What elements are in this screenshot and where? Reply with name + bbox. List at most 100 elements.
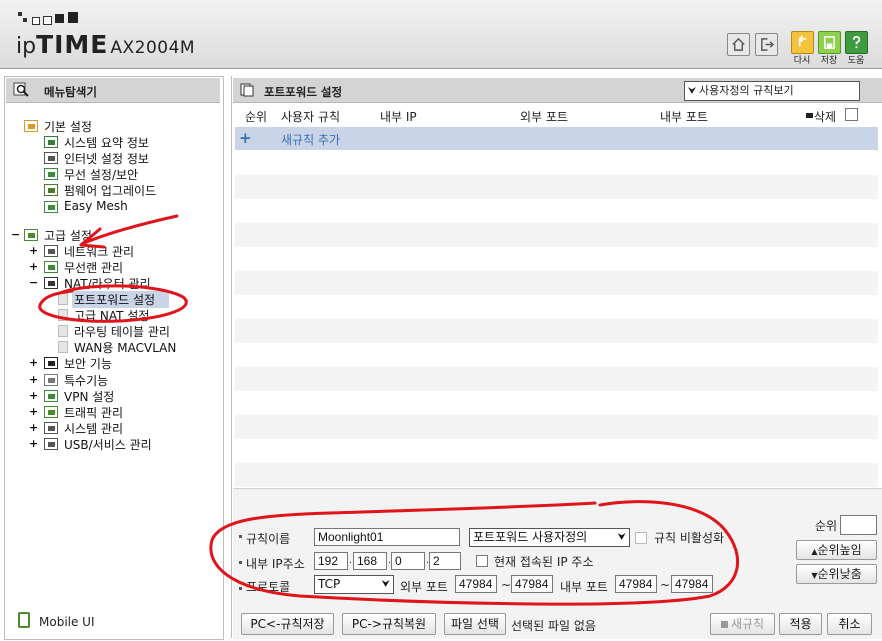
tree-item-label[interactable]: USB/서비스 관리 (64, 436, 152, 453)
home-button[interactable] (727, 33, 750, 56)
logout-button[interactable] (755, 33, 778, 56)
pc-restore-rules-button[interactable]: PC->규칙복원 (342, 613, 436, 635)
table-row (235, 439, 878, 463)
tree-expander-icon[interactable]: + (29, 260, 38, 273)
mobile-icon (18, 612, 30, 628)
tree-expander-icon[interactable]: + (29, 389, 38, 402)
rule-type-select[interactable]: 포트포워드 사용자정의 ⮟ (469, 528, 630, 547)
table-row (235, 415, 878, 439)
external-port-to-input[interactable] (511, 575, 553, 593)
bullet-icon (239, 535, 242, 538)
vpn-icon (44, 389, 58, 402)
priority-input[interactable] (840, 515, 877, 535)
iptime-logo-dots (18, 12, 78, 25)
bullet-icon (239, 587, 242, 590)
tree-expander-icon[interactable]: + (29, 373, 38, 386)
tree-item-label[interactable]: 보안 기능 (64, 355, 112, 372)
lock-icon (44, 357, 58, 370)
internal-port-from-input[interactable] (615, 575, 657, 593)
rule-view-select[interactable]: ⮟ 사용자정의 규칙보기 (684, 81, 860, 101)
priority-down-button[interactable]: ▼순위낮춤 (796, 564, 877, 584)
ip-octet-2[interactable] (353, 552, 387, 570)
plus-box-icon (720, 621, 728, 628)
cancel-button[interactable]: 취소 (827, 613, 872, 635)
router-icon (44, 276, 58, 289)
table-row (235, 319, 878, 343)
tree-item-label[interactable]: VPN 설정 (64, 388, 114, 405)
delete-marker-icon (806, 113, 813, 118)
tree-expander-icon[interactable]: + (29, 437, 38, 450)
mesh-icon (44, 200, 58, 213)
tree-item-label[interactable]: 무선랜 관리 (64, 259, 123, 276)
traffic-icon (44, 405, 58, 418)
help-icon (852, 36, 861, 49)
range-tilde: ~ (501, 578, 512, 592)
system-icon (44, 421, 58, 434)
model-name: AX2004M (110, 38, 196, 58)
tree-item-label[interactable]: 시스템 관리 (64, 420, 123, 437)
internal-port-label: 내부 포트 (560, 580, 608, 594)
tree-item-label[interactable]: 트래픽 관리 (64, 404, 123, 421)
tree-item-label[interactable]: 고급 설정 (44, 227, 92, 244)
table-row (235, 343, 878, 367)
tree-expander-icon[interactable]: + (29, 421, 38, 434)
bar-chart-icon (44, 136, 58, 149)
upgrade-icon (44, 184, 58, 197)
new-rule-button[interactable]: 새규칙 (710, 613, 775, 635)
tree-expander-icon[interactable]: + (29, 405, 38, 418)
magnifier-icon (13, 82, 29, 97)
tree-item-label[interactable]: 라우팅 테이블 관리 (74, 323, 170, 340)
tree-item-label[interactable]: 펌웨어 업그레이드 (64, 182, 156, 199)
page-icon (58, 341, 68, 354)
internal-port-to-input[interactable] (671, 575, 713, 593)
logout-icon (761, 38, 774, 51)
select-all-checkbox[interactable] (845, 108, 858, 121)
tree-item-label[interactable]: Easy Mesh (64, 199, 128, 213)
file-select-button[interactable]: 파일 선택 (444, 613, 506, 635)
tree-expander-icon[interactable]: − (29, 276, 38, 289)
tree-item-label[interactable]: WAN용 MACVLAN (74, 339, 176, 356)
tree-item-label[interactable]: 인터넷 설정 정보 (64, 150, 149, 167)
chevron-down-icon: ⮟ (381, 579, 391, 590)
pc-save-rules-button[interactable]: PC<-규칙저장 (241, 613, 334, 635)
ip-octet-1[interactable] (314, 552, 348, 570)
plus-icon: + (239, 129, 252, 147)
table-row (235, 367, 878, 391)
help-button[interactable] (845, 31, 868, 54)
protocol-select[interactable]: TCP ⮟ (314, 575, 394, 594)
table-row (235, 295, 878, 319)
tree-item-label[interactable]: 시스템 요약 정보 (64, 134, 149, 151)
tree-item-label[interactable]: 특수기능 (64, 372, 108, 389)
tree-item-label[interactable]: NAT/라우터 관리 (64, 275, 151, 292)
column-rank: 순위 (245, 110, 268, 124)
refresh-button[interactable] (791, 31, 814, 54)
table-row (235, 223, 878, 247)
add-rule-link[interactable]: 새규칙 추가 (281, 131, 340, 148)
tree-item-label[interactable]: 무선 설정/보안 (64, 166, 138, 183)
current-ip-checkbox[interactable] (476, 555, 488, 567)
chevron-down-icon: ⮟ (617, 532, 627, 543)
monitor-icon (44, 152, 58, 165)
tree-item-label[interactable]: 고급 NAT 설정 (74, 307, 149, 324)
brand-logo: ipTIME AX2004M (16, 30, 196, 59)
tree-expander-icon[interactable]: − (11, 228, 20, 241)
disable-rule-checkbox[interactable] (635, 532, 647, 544)
priority-up-button[interactable]: ▲순위높임 (796, 540, 877, 560)
no-file-selected-text: 선택된 파일 없음 (511, 619, 596, 633)
tree-item-label[interactable]: 포트포워드 설정 (72, 291, 170, 308)
tree-expander-icon[interactable]: + (29, 244, 38, 257)
save-button[interactable] (818, 31, 841, 54)
external-port-from-input[interactable] (455, 575, 497, 593)
tree-expander-icon[interactable]: + (29, 356, 38, 369)
tree-item-label[interactable]: 네트워크 관리 (64, 243, 134, 260)
column-external-port: 외부 포트 (520, 110, 568, 124)
mobile-ui-link[interactable]: Mobile UI (39, 615, 95, 629)
column-internal-port: 내부 포트 (660, 110, 708, 124)
tree-item-label[interactable]: 기본 설정 (44, 118, 92, 135)
apply-button[interactable]: 적용 (779, 613, 822, 635)
ip-octet-3[interactable] (391, 552, 425, 570)
rule-name-input[interactable] (314, 528, 460, 546)
internal-ip-label: 내부 IP주소 (246, 557, 305, 571)
page-icon (58, 293, 68, 305)
ip-octet-4[interactable] (429, 552, 461, 570)
